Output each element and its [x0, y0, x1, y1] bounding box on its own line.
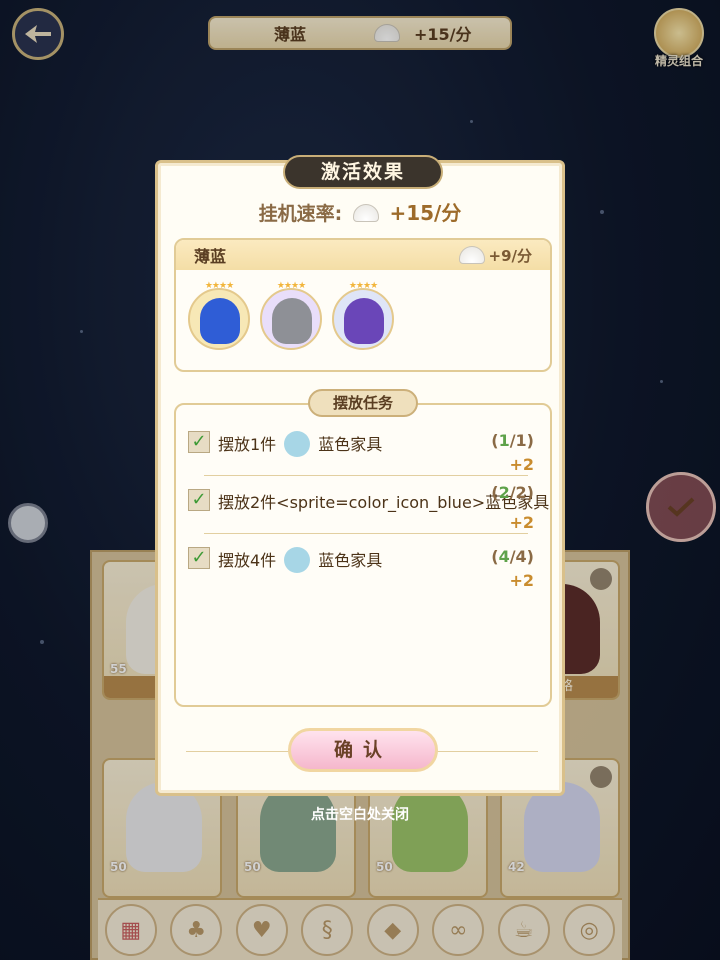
task-list: ✓ 摆放1件 蓝色家具 (1/1) +2 ✓ 摆放2件<sprite=color_…	[174, 403, 552, 707]
idle-rate-value: +15/分	[389, 201, 462, 225]
tasks-title: 摆放任务	[308, 389, 418, 417]
blue-color-icon	[284, 547, 311, 573]
task-progress: (2/2)	[491, 483, 534, 502]
task-item: ✓ 摆放4件 蓝色家具 (4/4) +2	[188, 543, 542, 593]
star-rating: ★★★★	[348, 281, 378, 291]
task-item: ✓ 摆放1件 蓝色家具 (1/1) +2	[188, 427, 542, 477]
close-hint: 点击空白处关闭	[311, 807, 409, 823]
dialog-title: 激活效果	[283, 155, 443, 189]
star-rating: ★★★★	[276, 281, 306, 291]
character-avatar[interactable]: ★★★★	[188, 281, 250, 350]
activation-effect-dialog: 激活效果 挂机速率: +15/分 薄蓝 +9/分 ★★★★ ★★★★ ★★★★ 摆放…	[155, 155, 565, 796]
checkbox-checked-icon: ✓	[188, 431, 210, 453]
character-portrait	[344, 298, 384, 344]
star-rating: ★★★★	[204, 281, 234, 291]
task-progress: (4/4)	[491, 547, 534, 566]
group-rate: +9/分	[488, 246, 532, 265]
divider	[204, 475, 528, 476]
character-avatar[interactable]: ★★★★	[332, 281, 394, 350]
task-reward: +2	[509, 513, 534, 532]
task-reward: +2	[509, 455, 534, 474]
character-portrait	[272, 298, 312, 344]
confirm-button[interactable]: 确认	[288, 728, 438, 772]
idle-rate-label: 挂机速率:	[258, 203, 343, 225]
idle-rate-row: 挂机速率: +15/分	[158, 197, 562, 226]
divider	[204, 533, 528, 534]
task-reward: +2	[509, 571, 534, 590]
character-portrait	[200, 298, 240, 344]
checkbox-checked-icon: ✓	[188, 489, 210, 511]
blue-color-icon	[284, 431, 311, 457]
task-item: ✓ 摆放2件<sprite=color_icon_blue>蓝色家具 (2/2)…	[188, 483, 549, 535]
task-progress: (1/1)	[491, 431, 534, 450]
character-avatar[interactable]: ★★★★	[260, 281, 322, 350]
checkbox-checked-icon: ✓	[188, 547, 210, 569]
group-header: 薄蓝 +9/分	[176, 240, 550, 270]
group-name: 薄蓝	[194, 247, 227, 266]
task-text: 摆放1件 蓝色家具	[218, 431, 382, 457]
task-text: 摆放4件 蓝色家具	[218, 547, 382, 573]
shell-icon	[458, 246, 485, 264]
group-box: 薄蓝 +9/分 ★★★★ ★★★★ ★★★★	[174, 238, 552, 372]
shell-icon	[352, 204, 379, 222]
